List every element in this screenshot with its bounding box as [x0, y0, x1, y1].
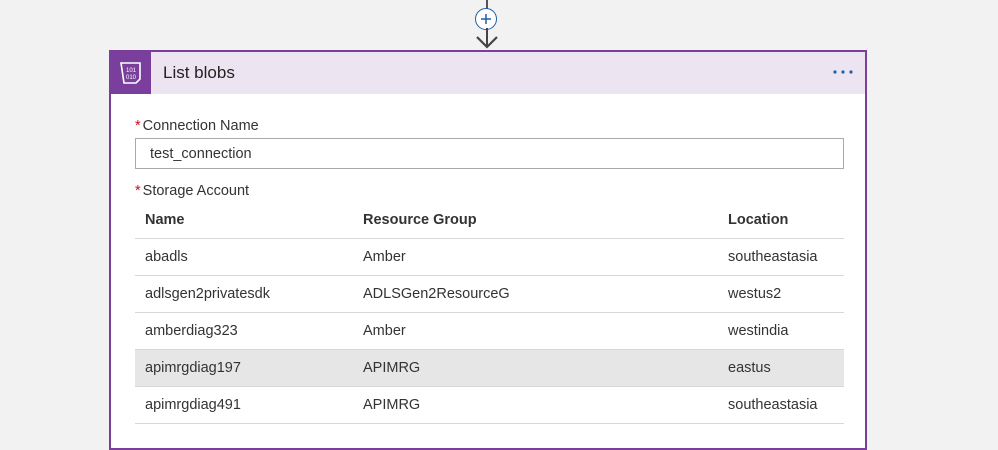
table-header-row: Name Resource Group Location — [135, 201, 844, 239]
storage-account-table: Name Resource Group Location abadls Ambe… — [135, 201, 844, 424]
svg-text:101: 101 — [126, 68, 137, 74]
column-header-resource-group[interactable]: Resource Group — [353, 201, 718, 239]
table-row[interactable]: adlsgen2privatesdk ADLSGen2ResourceG wes… — [135, 275, 844, 313]
svg-text:010: 010 — [126, 75, 137, 81]
cell-resource-group: Amber — [353, 238, 718, 276]
cell-name: apimrgdiag491 — [135, 386, 353, 424]
cell-resource-group: Amber — [353, 312, 718, 350]
card-header[interactable]: 101 010 List blobs — [111, 52, 865, 94]
cell-location: westindia — [718, 312, 844, 350]
table-row[interactable]: amberdiag323 Amber westindia — [135, 312, 844, 350]
connection-name-label-text: Connection Name — [142, 118, 259, 134]
cell-resource-group: ADLSGen2ResourceG — [353, 275, 718, 313]
column-header-name[interactable]: Name — [135, 201, 353, 239]
connection-name-input[interactable] — [135, 138, 844, 169]
cell-location: westus2 — [718, 275, 844, 313]
storage-account-label-text: Storage Account — [142, 183, 250, 199]
cell-name: amberdiag323 — [135, 312, 353, 350]
required-marker: * — [135, 118, 141, 134]
table-row[interactable]: apimrgdiag491 APIMRG southeastasia — [135, 386, 844, 424]
ellipsis-icon — [833, 70, 853, 74]
connection-name-label: * Connection Name — [135, 118, 259, 134]
cell-name: adlsgen2privatesdk — [135, 275, 353, 313]
cell-location: eastus — [718, 349, 844, 387]
cell-name: apimrgdiag197 — [135, 349, 353, 387]
blob-storage-icon: 101 010 — [120, 62, 141, 84]
arrow-down-icon — [476, 28, 498, 49]
card-title: List blobs — [163, 63, 235, 82]
required-marker: * — [135, 183, 141, 199]
column-header-location[interactable]: Location — [718, 201, 844, 239]
cell-resource-group: APIMRG — [353, 349, 718, 387]
list-blobs-card: 101 010 List blobs *Connection Name *Sto… — [109, 50, 867, 450]
cell-location: southeastasia — [718, 386, 844, 424]
cell-location: southeastasia — [718, 238, 844, 276]
table-row[interactable]: abadls Amber southeastasia — [135, 238, 844, 276]
cell-name: abadls — [135, 238, 353, 276]
cell-resource-group: APIMRG — [353, 386, 718, 424]
storage-account-label: * Storage Account — [135, 183, 249, 199]
header-icon-box: 101 010 — [111, 52, 151, 94]
more-options-button[interactable] — [831, 64, 855, 80]
table-row[interactable]: apimrgdiag197 APIMRG eastus — [135, 349, 844, 387]
add-step-button[interactable] — [475, 8, 497, 30]
